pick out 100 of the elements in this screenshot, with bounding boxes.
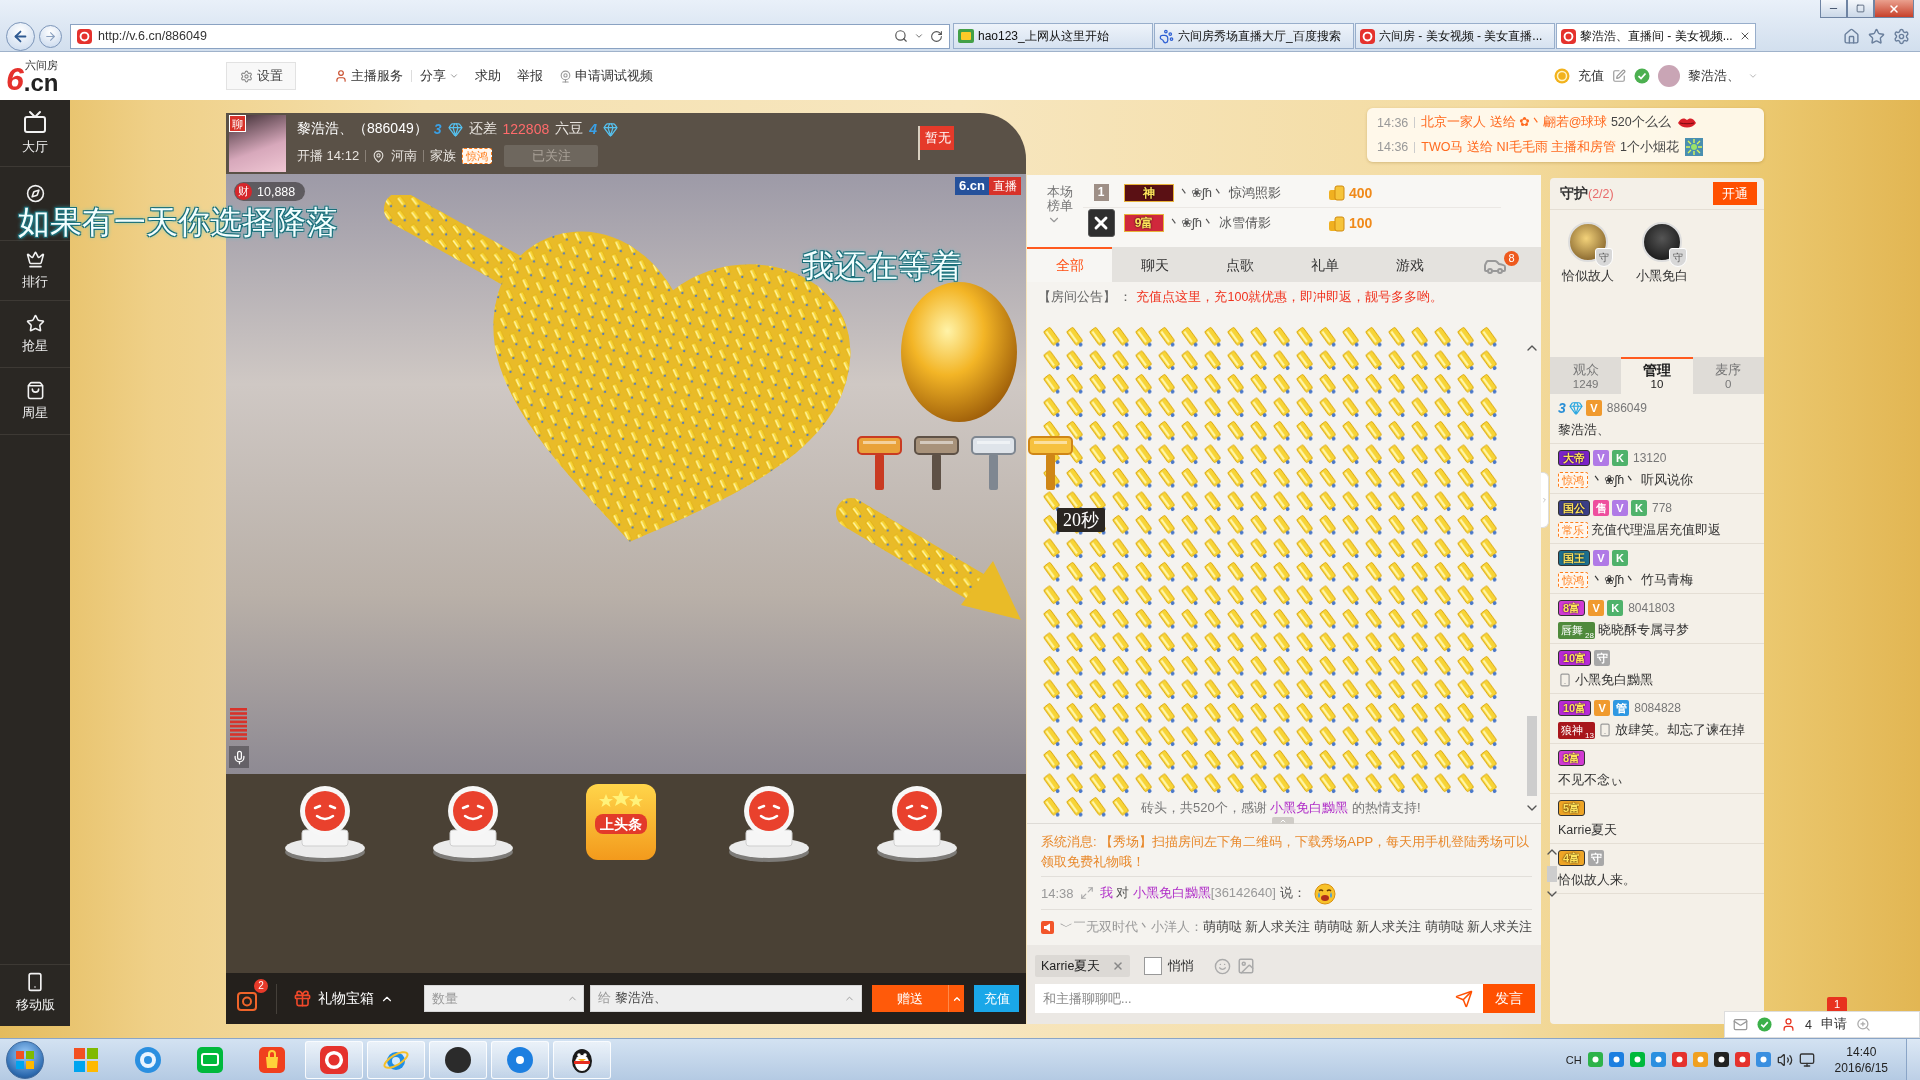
taskbar-app-button[interactable] — [429, 1040, 487, 1079]
back-button[interactable] — [6, 21, 35, 51]
paper-plane-icon[interactable] — [1455, 989, 1473, 1008]
member-name[interactable]: 不见不念ぃ — [1558, 771, 1623, 789]
person-icon[interactable] — [1781, 1017, 1796, 1032]
member-name[interactable]: Karrie夏天 — [1558, 821, 1618, 839]
mail-icon[interactable] — [1733, 1017, 1748, 1032]
address-field[interactable]: http://v.6.cn/886049 — [70, 23, 950, 49]
sidebar-item[interactable]: 抢星 — [0, 301, 70, 368]
smiley-icon[interactable] — [1214, 957, 1232, 975]
chat-tab[interactable]: 游戏 — [1367, 247, 1452, 282]
user-link[interactable]: 小黑免白黝黑 — [1132, 885, 1211, 900]
side-toggle-button[interactable] — [1541, 472, 1549, 528]
user-link[interactable]: 我 — [1099, 885, 1113, 900]
sidebar-item[interactable]: 大厅 — [0, 100, 70, 167]
show-desktop-button[interactable] — [1906, 1038, 1920, 1080]
chat-badge[interactable]: 聊 — [229, 115, 246, 132]
scrollbar-thumb[interactable] — [1547, 866, 1558, 882]
tray-app-icon[interactable] — [1713, 1052, 1729, 1067]
user-link[interactable]: 小黑免白黝黑 — [1270, 799, 1349, 815]
image-icon[interactable] — [1237, 957, 1256, 975]
gift-box-button[interactable]: 礼物宝箱 — [293, 989, 394, 1008]
expand-icon[interactable] — [1079, 886, 1094, 900]
member-name[interactable]: 放肆笑。却忘了谏在掉 — [1615, 721, 1745, 739]
count-badge: 1 — [1827, 997, 1847, 1011]
minimize-button[interactable] — [1820, 0, 1847, 18]
search-icon[interactable] — [894, 29, 908, 43]
favorites-star-icon[interactable] — [1868, 27, 1885, 45]
browser-tab[interactable]: 六间房 - 美女视频 - 美女直播... — [1355, 23, 1555, 49]
member-name[interactable]: 黎浩浩、 — [1558, 421, 1610, 439]
user-name[interactable]: 黎浩浩、 — [1688, 67, 1740, 85]
taskbar-app-button[interactable] — [553, 1040, 611, 1079]
member-name[interactable]: 丶❀ʃɦ丶 竹马青梅 — [1591, 571, 1693, 589]
audience-tab[interactable]: 管理 10 — [1621, 357, 1693, 394]
avatar-placeholder[interactable] — [1642, 222, 1682, 262]
nav-link[interactable]: 主播服务 — [326, 67, 411, 85]
network-icon[interactable] — [1798, 1051, 1815, 1068]
close-tab-icon[interactable] — [1739, 30, 1751, 42]
nav-link[interactable]: 分享 — [412, 67, 467, 85]
member-name[interactable]: 充值代理温居充值即返 — [1591, 521, 1721, 539]
member-name[interactable]: 恰似故人来。 — [1558, 871, 1636, 889]
microphone-button[interactable] — [229, 746, 249, 768]
forward-button[interactable] — [39, 24, 62, 48]
user-id: 886049 — [1606, 401, 1647, 415]
zoom-in-icon[interactable] — [1855, 1017, 1871, 1032]
language-indicator[interactable]: CH — [1565, 1053, 1582, 1066]
maximize-button[interactable] — [1847, 0, 1874, 18]
quantity-field[interactable]: 数量 — [424, 985, 584, 1012]
settings-icon[interactable] — [1893, 27, 1910, 45]
level-number: 3 — [433, 121, 442, 137]
chat-tab[interactable]: 点歌 — [1197, 247, 1282, 282]
sidebar-item[interactable]: 排行 — [0, 241, 70, 301]
scrollbar-thumb[interactable] — [1527, 716, 1537, 796]
sidebar-item[interactable]: 移动版 — [0, 964, 70, 1020]
gift-notice: 北京一家人 送给 ✿丶翩若@球球 520个么么 — [1421, 114, 1671, 131]
send-options-button[interactable] — [948, 985, 964, 1012]
check-circle-icon[interactable] — [1757, 1017, 1772, 1032]
wealth-level-badge: 4富 — [1558, 850, 1586, 866]
hammer-icon — [857, 435, 902, 491]
lyric-text: 我还在等着 — [802, 250, 962, 282]
browser-tab[interactable]: 六间房秀场直播大厅_百度搜索 — [1154, 23, 1354, 49]
speaker-icon[interactable] — [1776, 1051, 1793, 1068]
edit-icon[interactable] — [1612, 69, 1626, 83]
wallet-icon[interactable] — [236, 989, 258, 1012]
brand-logo: 6.cn — [955, 177, 989, 195]
chat-tab[interactable]: 礼单 — [1282, 247, 1367, 282]
nav-link[interactable]: 求助 — [467, 67, 509, 85]
ring-icon — [134, 1045, 162, 1074]
ring-tile-icon — [77, 28, 92, 44]
recipient-chip[interactable]: Karrie夏天 — [1035, 955, 1131, 977]
sidebar-item[interactable]: 周星 — [0, 368, 70, 435]
member-name[interactable]: 小黑免白黝黑 — [1575, 671, 1653, 689]
nav-link[interactable]: 举报 — [509, 67, 551, 85]
refresh-icon[interactable] — [930, 29, 943, 43]
chat-input-field[interactable]: 和主播聊聊吧... — [1035, 984, 1483, 1013]
close-button[interactable] — [1087, 209, 1115, 237]
whisper-checkbox[interactable] — [1144, 957, 1163, 975]
clock[interactable]: 14:40 2016/6/15 — [1834, 1043, 1888, 1076]
browser-tab[interactable]: 黎浩浩、直播间 - 美女视频... — [1556, 23, 1756, 49]
recharge-link[interactable]: 充值 — [1578, 67, 1604, 85]
browser-tab[interactable]: hao123_上网从这里开始 — [953, 23, 1153, 49]
k-badge: K — [1612, 550, 1628, 566]
member-name[interactable]: 晓晓酥专属寻梦 — [1598, 621, 1689, 639]
headline-gift-button[interactable]: 上头条 — [586, 784, 656, 860]
coins-icon — [1328, 214, 1345, 232]
home-icon[interactable] — [1843, 27, 1860, 45]
guardian-name: 小黑免白 — [1636, 268, 1688, 285]
caret-icon[interactable] — [914, 31, 924, 41]
member-name[interactable]: 丶❀ʃɦ丶 听风说你 — [1591, 471, 1693, 489]
avatar-placeholder — [1658, 65, 1680, 87]
audience-tab[interactable]: 麦序 0 — [1692, 357, 1764, 394]
start-button[interactable] — [6, 1040, 44, 1079]
nav-link[interactable]: 申请调试视频 — [551, 67, 661, 85]
resize-handle[interactable] — [1272, 817, 1294, 824]
apply-link[interactable]: 申请 — [1820, 1016, 1847, 1033]
notice-link[interactable]: 充值点这里，充100就优惠，即冲即返，靓号多多哟。 — [1136, 289, 1444, 306]
settings-button[interactable]: 设置 — [226, 62, 296, 90]
chat-tab[interactable]: 聊天 — [1112, 247, 1197, 282]
coin-icon — [1554, 68, 1570, 84]
recipient-select[interactable]: 给 黎浩浩、 — [590, 985, 862, 1012]
